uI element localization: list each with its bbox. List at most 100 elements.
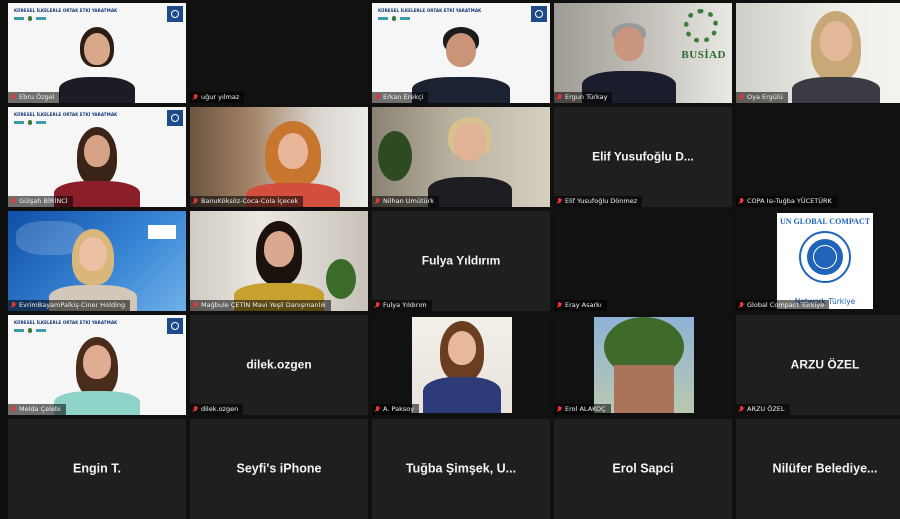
participant-display-name: Nilüfer Belediye... <box>772 461 878 476</box>
participant-nameplate: ARZU ÖZEL <box>736 404 790 415</box>
participant-tile[interactable]: BanuKöksöz-Coca-Cola İçecek <box>190 107 368 207</box>
participant-tile[interactable]: COPA Isı-Tuğba YÜCETÜRK <box>736 107 900 207</box>
un-global-compact-logo: UN GLOBAL COMPACT Network Türkiye <box>777 213 873 309</box>
muted-mic-icon <box>557 302 562 309</box>
muted-mic-icon <box>375 406 380 413</box>
un-badge-icon <box>167 6 183 22</box>
participant-tile[interactable]: Eray Asarkı <box>554 211 732 311</box>
muted-mic-icon <box>11 198 16 205</box>
sponsor-logos <box>378 16 410 21</box>
participant-tile[interactable]: Erol Sapci <box>554 419 732 519</box>
participant-nameplate: Fulya Yıldırım <box>372 300 432 311</box>
participant-display-name: dilek.ozgen <box>246 357 312 372</box>
participant-tile[interactable]: Nilhan Umütürk <box>372 107 550 207</box>
participant-tile[interactable]: Mağbule ÇETİN Mavi Yeşil Danışmanlık <box>190 211 368 311</box>
participant-display-name: Fulya Yıldırım <box>421 253 501 268</box>
participant-tile[interactable]: Tuğba Şimşek, U... <box>372 419 550 519</box>
participant-nameplate: Global Compact Türkiye <box>736 300 830 311</box>
participant-nameplate: BanuKöksöz-Coca-Cola İçecek <box>190 196 304 207</box>
muted-mic-icon <box>193 406 198 413</box>
participant-nameplate: Ebru Özgel <box>8 92 60 103</box>
muted-mic-icon <box>375 94 380 101</box>
participant-tile[interactable]: EvrimBayamPalkiş-Ciner Holding <box>8 211 186 311</box>
slide-title: KÜRESEL İLKELERLE ORTAK ETKİ YARATMAK <box>14 8 118 13</box>
participant-tile[interactable]: Elif Yusufoğlu D... Elif Yusufoğlu Dönme… <box>554 107 732 207</box>
participant-video <box>427 117 513 207</box>
muted-mic-icon <box>739 302 744 309</box>
sponsor-logos <box>14 16 46 21</box>
muted-mic-icon <box>375 198 380 205</box>
participant-tile[interactable]: Erol ALAKOÇ <box>554 315 732 415</box>
muted-mic-icon <box>193 198 198 205</box>
participant-tile[interactable]: Nilüfer Belediye... <box>736 419 900 519</box>
participant-nameplate: COPA Isı-Tuğba YÜCETÜRK <box>736 196 837 207</box>
company-logo-card <box>148 225 176 239</box>
participant-tile[interactable]: KÜRESEL İLKELERLE ORTAK ETKİ YARATMAK Er… <box>372 3 550 103</box>
un-badge-icon <box>167 110 183 126</box>
participant-nameplate: Ergun Türkay <box>554 92 613 103</box>
participant-tile[interactable]: uğur yılmaz <box>190 3 368 103</box>
participant-tile[interactable]: dilek.ozgen dilek.ozgen <box>190 315 368 415</box>
muted-mic-icon <box>739 198 744 205</box>
video-gallery: KÜRESEL İLKELERLE ORTAK ETKİ YARATMAK Eb… <box>8 3 900 519</box>
un-badge-icon <box>167 318 183 334</box>
participant-nameplate: Elif Yusufoğlu Dönmez <box>554 196 643 207</box>
slide-title: KÜRESEL İLKELERLE ORTAK ETKİ YARATMAK <box>14 320 118 325</box>
globe-icon <box>807 239 843 275</box>
sponsor-logos <box>14 120 46 125</box>
participant-video <box>581 23 677 103</box>
participant-display-name: Tuğba Şimşek, U... <box>405 461 517 476</box>
muted-mic-icon <box>557 198 562 205</box>
participant-tile[interactable]: KÜRESEL İLKELERLE ORTAK ETKİ YARATMAK Me… <box>8 315 186 415</box>
participant-display-name: ARZU ÖZEL <box>790 357 860 372</box>
participant-tile[interactable]: A. Paksoy <box>372 315 550 415</box>
logo-title: UN GLOBAL COMPACT <box>779 217 871 226</box>
muted-mic-icon <box>193 94 198 101</box>
sponsor-logos <box>14 328 46 333</box>
participant-nameplate: Gülşah BİRİNCİ <box>8 196 73 207</box>
plant-decoration <box>378 131 412 181</box>
participant-tile[interactable]: Engin T. <box>8 419 186 519</box>
profile-photo <box>594 317 694 413</box>
participant-tile[interactable]: ARZU ÖZEL ARZU ÖZEL <box>736 315 900 415</box>
participant-video <box>245 121 341 207</box>
muted-mic-icon <box>375 302 380 309</box>
muted-mic-icon <box>11 406 16 413</box>
muted-mic-icon <box>557 406 562 413</box>
participant-tile[interactable]: UN GLOBAL COMPACT Network Türkiye Global… <box>736 211 900 311</box>
plant-decoration <box>326 259 356 299</box>
participant-tile[interactable]: BUSİAD Ergun Türkay <box>554 3 732 103</box>
muted-mic-icon <box>11 94 16 101</box>
muted-mic-icon <box>739 94 744 101</box>
participant-nameplate: Nilhan Umütürk <box>372 196 440 207</box>
participant-nameplate: Eray Asarkı <box>554 300 607 311</box>
participant-tile[interactable]: Seyfi's iPhone <box>190 419 368 519</box>
muted-mic-icon <box>11 302 16 309</box>
participant-display-name: Seyfi's iPhone <box>236 461 322 476</box>
participant-tile-active-speaker[interactable]: Oya Ergülü <box>736 3 900 103</box>
participant-video <box>233 221 325 311</box>
muted-mic-icon <box>739 406 744 413</box>
participant-video <box>48 229 138 311</box>
participant-tile[interactable]: KÜRESEL İLKELERLE ORTAK ETKİ YARATMAK Gü… <box>8 107 186 207</box>
participant-video <box>52 127 142 207</box>
participant-tile[interactable]: Fulya Yıldırım Fulya Yıldırım <box>372 211 550 311</box>
participant-nameplate: Erkan Erekçi <box>372 92 429 103</box>
profile-photo <box>412 317 512 413</box>
muted-mic-icon <box>557 94 562 101</box>
participant-video <box>53 337 141 415</box>
busiad-gear-logo-icon <box>684 9 718 43</box>
participant-nameplate: Melda Çelebi <box>8 404 66 415</box>
slide-title: KÜRESEL İLKELERLE ORTAK ETKİ YARATMAK <box>378 8 482 13</box>
participant-nameplate: uğur yılmaz <box>190 92 245 103</box>
participant-figure <box>791 11 881 103</box>
participant-display-name: Erol Sapci <box>612 461 674 476</box>
participant-nameplate: Erol ALAKOÇ <box>554 404 611 415</box>
participant-nameplate: dilek.ozgen <box>190 404 244 415</box>
muted-mic-icon <box>193 302 198 309</box>
participant-nameplate: A. Paksoy <box>372 404 420 415</box>
participant-tile[interactable]: KÜRESEL İLKELERLE ORTAK ETKİ YARATMAK Eb… <box>8 3 186 103</box>
participant-display-name: Elif Yusufoğlu D... <box>592 149 694 164</box>
participant-nameplate: Oya Ergülü <box>736 92 788 103</box>
busiad-logo-text: BUSİAD <box>681 49 726 61</box>
